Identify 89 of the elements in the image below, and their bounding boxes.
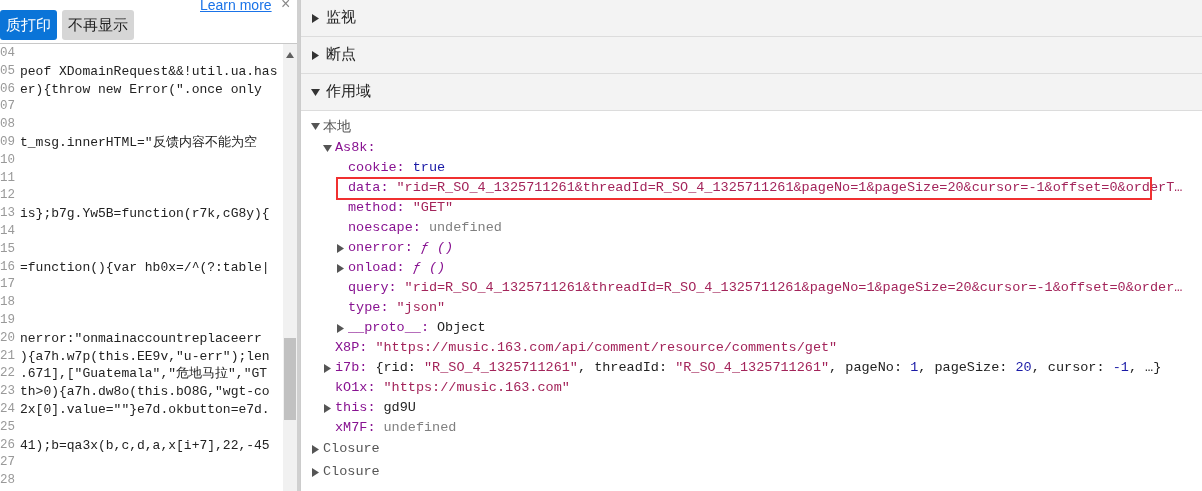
property-name: i7b: (335, 358, 368, 377)
line-number: 16 (0, 258, 16, 276)
dismiss-button[interactable]: 不再显示 (62, 10, 134, 40)
code-line: .671],["Guatemala","危地马拉","GT (20, 365, 268, 384)
print-button[interactable]: 质打印 (0, 10, 57, 40)
code-line: is};b7g.Yw5B=function(r7k,cG8y){ (20, 205, 270, 223)
property-name: type: (348, 298, 389, 317)
expanded-triangle-icon[interactable] (323, 143, 332, 153)
property-name: kO1x: (335, 378, 376, 397)
line-number: 04 (0, 45, 16, 62)
line-number: 19 (0, 311, 16, 329)
code-line: er){throw new Error(".once only (20, 80, 262, 99)
line-number: 27 (0, 454, 16, 472)
code-line: ){a7h.w7p(this.EE9v,"u-err");len (20, 347, 270, 366)
scope-label[interactable]: Closure (323, 439, 380, 460)
code-line: th>0){a7h.dw8o(this.bO8G,"wgt-co (20, 383, 270, 401)
collapsed-triangle-icon[interactable] (323, 403, 332, 413)
line-number: 21 (0, 347, 16, 365)
line-number: 05 (0, 62, 16, 80)
property-name: X8P: (335, 338, 368, 357)
property-value: "https://music.163.com" (383, 378, 570, 397)
code-line: nerror:"onmainaccountreplaceerr (20, 329, 262, 348)
collapsed-triangle-icon[interactable] (336, 323, 345, 333)
line-number: 23 (0, 383, 16, 401)
scope-label[interactable]: 本地 (323, 116, 351, 137)
property-value: ƒ () (412, 258, 446, 277)
property-value: "rid=R_SO_4_1325711261&threadId=R_SO_4_1325711261&pageNo=1&pageSize=20&cursor=-1&offset=0&order… (404, 278, 1183, 297)
property-value: "https://music.163.com/api/comment/resource/comments/get" (375, 338, 838, 357)
property-name: cookie: (348, 158, 405, 177)
code-line: t_msg.innerHTML="反馈内容不能为空 (20, 134, 257, 152)
property-value: undefined (383, 418, 457, 437)
code-line: 41);b=qa3x(b,c,d,a,x[i+7],22,-45 (20, 436, 270, 455)
line-number: 28 (0, 472, 16, 490)
line-number: 17 (0, 276, 16, 294)
line-number: 08 (0, 116, 16, 134)
code-line: 2x[0].value=""}e7d.okbutton=e7d. (20, 400, 270, 419)
code-line: peof XDomainRequest&&!util.ua.has (20, 62, 278, 81)
property-name: this: (335, 398, 376, 417)
expanded-triangle-icon[interactable] (311, 122, 320, 131)
property-value: gd9U (383, 398, 416, 417)
scrollbar-thumb[interactable] (284, 338, 296, 420)
property-name: onload: (348, 258, 405, 277)
property-value: Object (437, 318, 486, 337)
property-name: query: (348, 278, 397, 297)
property-name: data: (348, 178, 389, 197)
property-name: method: (348, 198, 405, 217)
property-value: ƒ () (420, 238, 454, 257)
code-line: =function(){var hb0x=/^(?:table| (20, 258, 270, 277)
line-number: 18 (0, 294, 16, 312)
line-number: 22 (0, 365, 16, 383)
collapsed-triangle-icon[interactable] (311, 13, 320, 23)
collapsed-triangle-icon[interactable] (311, 50, 320, 60)
collapsed-triangle-icon[interactable] (311, 468, 320, 477)
section-header[interactable]: 监视 (301, 0, 1202, 37)
learn-more-link[interactable]: Learn more (200, 0, 272, 13)
line-number: 07 (0, 98, 16, 116)
collapsed-triangle-icon[interactable] (336, 243, 345, 253)
property-name: xM7F: (335, 418, 376, 437)
collapsed-triangle-icon[interactable] (311, 445, 320, 454)
scope-label[interactable]: Closure (323, 462, 380, 483)
scrollbar[interactable] (283, 44, 297, 491)
collapsed-triangle-icon[interactable] (323, 363, 332, 373)
line-number: 25 (0, 418, 16, 436)
section-header[interactable]: 断点 (301, 37, 1202, 74)
collapsed-triangle-icon[interactable] (336, 263, 345, 273)
close-icon[interactable]: × (281, 0, 291, 12)
property-name: As8k: (335, 138, 376, 157)
line-number: 09 (0, 134, 16, 151)
property-name: noescape: (348, 218, 421, 237)
line-number: 15 (0, 240, 16, 258)
expanded-triangle-icon[interactable] (311, 87, 320, 97)
section-header[interactable]: 作用域 (301, 74, 1202, 111)
property-value: true (412, 158, 446, 177)
line-number: 06 (0, 80, 16, 98)
line-number: 14 (0, 222, 16, 240)
property-value: {rid: "R_SO_4_1325711261", threadId: "R_SO_4_1325711261", pageNo: 1, pageSize: 20, cursor: -1, …} (375, 358, 1162, 377)
line-number: 11 (0, 169, 16, 187)
property-value: "GET" (412, 198, 454, 217)
line-number: 13 (0, 205, 16, 223)
line-number: 26 (0, 436, 16, 454)
property-value: undefined (428, 218, 502, 237)
property-name: __proto__: (348, 318, 429, 337)
property-name: onerror: (348, 238, 413, 257)
line-number: 20 (0, 329, 16, 347)
line-number: 24 (0, 400, 16, 418)
line-number: 10 (0, 151, 16, 169)
line-number: 12 (0, 187, 16, 205)
property-value: "json" (396, 298, 446, 317)
scroll-up-icon[interactable] (286, 52, 294, 58)
